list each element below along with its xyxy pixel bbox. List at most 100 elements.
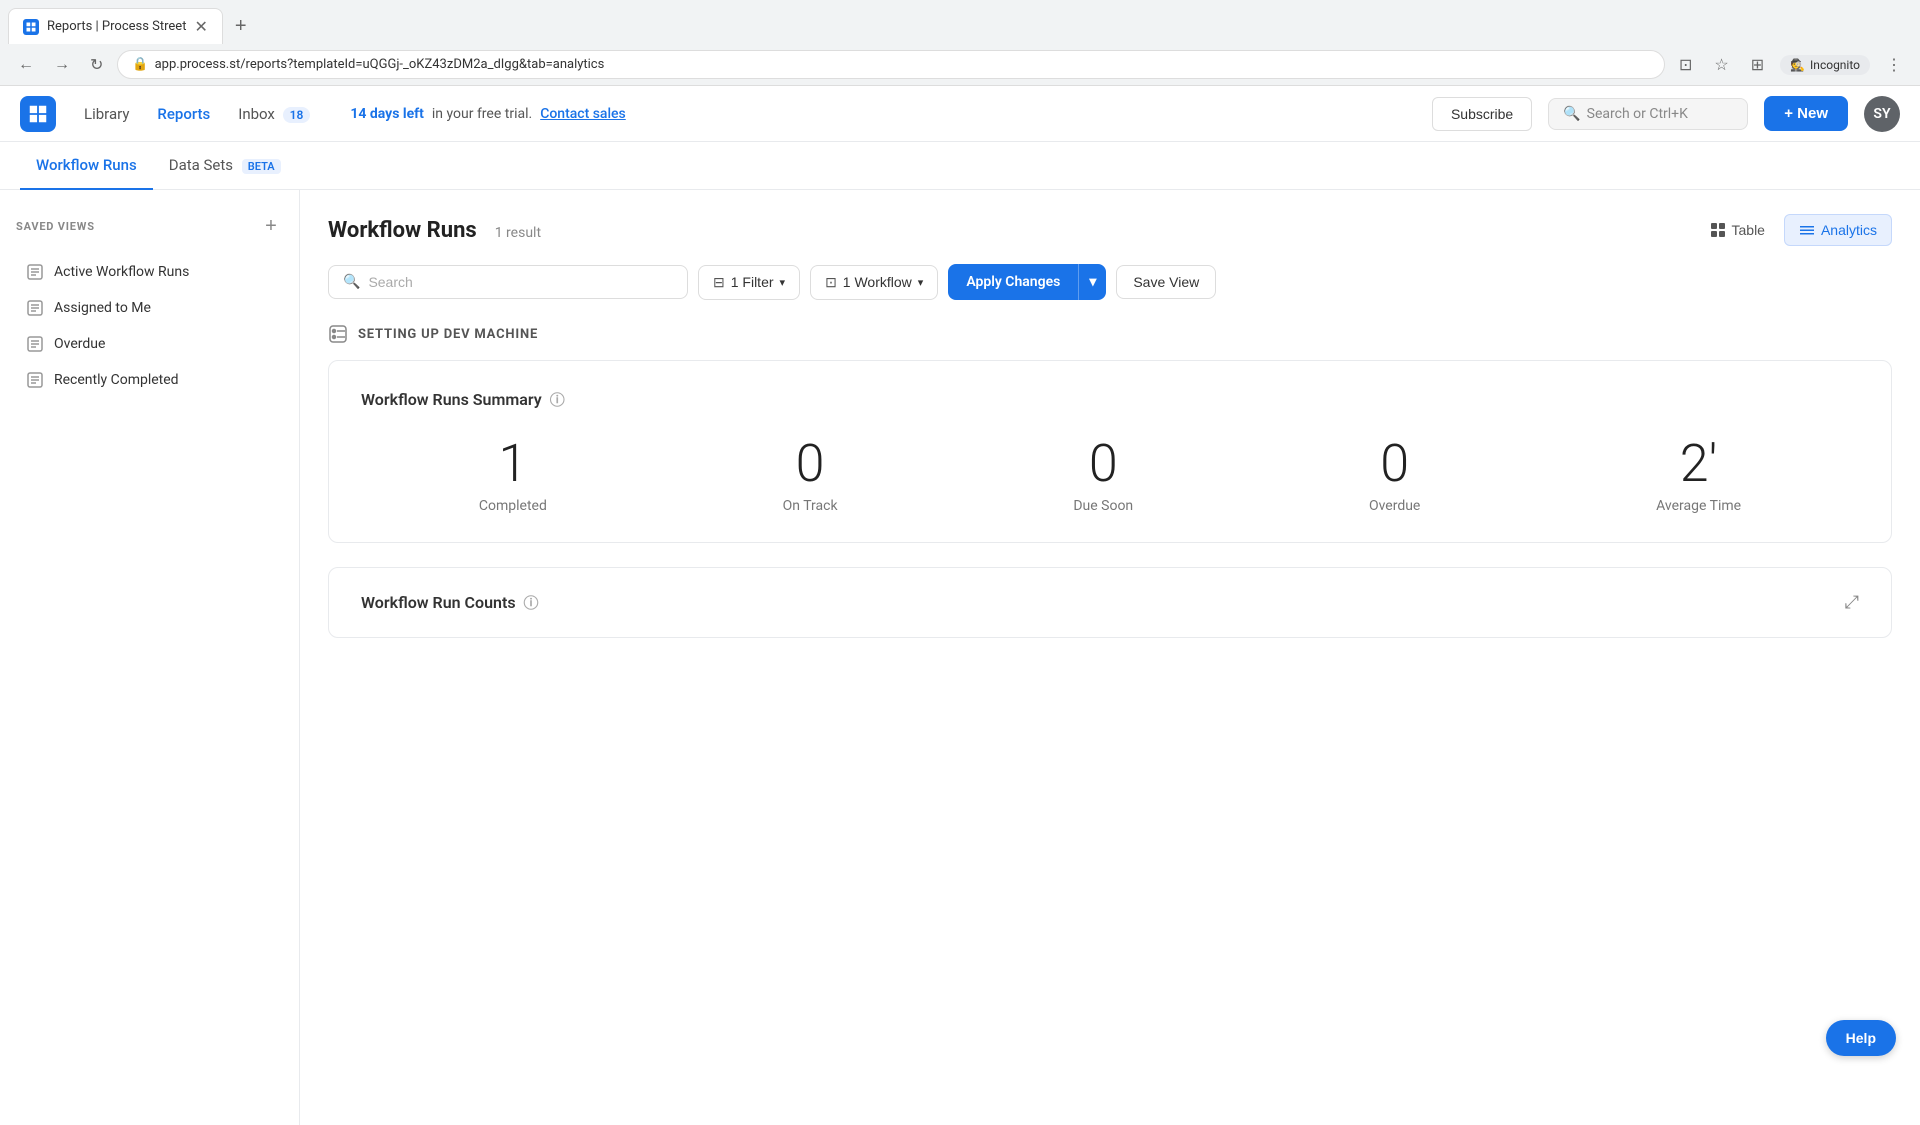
back-btn[interactable]: ←: [12, 52, 40, 78]
summary-info-icon[interactable]: ⓘ: [550, 389, 565, 410]
counts-info-icon[interactable]: ⓘ: [524, 592, 539, 613]
lock-icon: 🔒: [132, 57, 148, 72]
doc-icon-4: [26, 371, 44, 389]
url-bar[interactable]: 🔒 app.process.st/reports?templateId=uQGG…: [117, 50, 1665, 79]
browser-actions: ⊡ ☆ ⊞ 🕵 Incognito ⋮: [1673, 51, 1908, 79]
filters-row: 🔍 ⊟ 1 Filter ▾ ⊡ 1 Workflow ▾ Apply Chan…: [328, 264, 1892, 300]
content-search-wrap[interactable]: 🔍: [328, 265, 688, 299]
bookmark-btn[interactable]: ☆: [1708, 51, 1734, 79]
search-placeholder: Search or Ctrl+K: [1587, 106, 1688, 122]
section-icon: [328, 324, 348, 344]
content-title: Workflow Runs: [328, 218, 477, 243]
sidebar-item-overdue[interactable]: Overdue: [16, 326, 283, 362]
tab-bar: Reports | Process Street ✕ +: [0, 0, 1920, 44]
expand-btn[interactable]: ⤢: [1845, 592, 1859, 613]
contact-sales-link[interactable]: Contact sales: [540, 106, 626, 122]
refresh-btn[interactable]: ↻: [84, 51, 109, 79]
doc-icon: [26, 263, 44, 281]
analytics-icon: [1799, 222, 1815, 238]
saved-views-title: SAVED VIEWS: [16, 220, 95, 233]
doc-icon-3: [26, 335, 44, 353]
forward-btn[interactable]: →: [48, 52, 76, 78]
tab-favicon: [23, 19, 39, 35]
workflow-filter-btn[interactable]: ⊡ 1 Workflow ▾: [810, 265, 938, 300]
section-title: SETTING UP DEV MACHINE: [358, 327, 538, 342]
counts-card-header: Workflow Run Counts ⓘ ⤢: [361, 592, 1859, 613]
global-search-bar[interactable]: 🔍 Search or Ctrl+K: [1548, 98, 1748, 130]
sidebar-item-label-3: Overdue: [54, 336, 105, 352]
summary-card: Workflow Runs Summary ⓘ 1 Completed 0 On…: [328, 360, 1892, 543]
stat-completed-label: Completed: [479, 498, 547, 514]
summary-card-header: Workflow Runs Summary ⓘ: [361, 389, 1859, 410]
apply-changes-dropdown-btn[interactable]: ▾: [1079, 265, 1106, 299]
stat-completed: 1 Completed: [479, 438, 547, 514]
sidebar: SAVED VIEWS + Active Workflow Runs Assig…: [0, 190, 300, 1125]
tab-close-btn[interactable]: ✕: [194, 17, 207, 36]
tab-title: Reports | Process Street: [47, 19, 186, 34]
stat-due-soon-label: Due Soon: [1073, 498, 1133, 514]
new-tab-btn[interactable]: +: [227, 11, 255, 42]
table-view-btn[interactable]: Table: [1695, 214, 1780, 246]
nav-library[interactable]: Library: [72, 99, 141, 129]
filter-btn[interactable]: ⊟ 1 Filter ▾: [698, 265, 800, 300]
doc-icon-2: [26, 299, 44, 317]
section-label: SETTING UP DEV MACHINE: [328, 324, 1892, 344]
tab-workflow-runs[interactable]: Workflow Runs: [20, 142, 153, 190]
stat-on-track-number: 0: [796, 438, 825, 490]
table-icon: [1710, 222, 1726, 238]
save-view-btn[interactable]: Save View: [1116, 265, 1216, 299]
incognito-badge[interactable]: 🕵 Incognito: [1780, 55, 1870, 75]
new-btn[interactable]: + New: [1764, 96, 1848, 131]
add-view-btn[interactable]: +: [259, 214, 283, 238]
apply-changes-btn[interactable]: Apply Changes ▾: [948, 264, 1106, 300]
sidebar-item-active-workflow-runs[interactable]: Active Workflow Runs: [16, 254, 283, 290]
stat-overdue-label: Overdue: [1369, 498, 1420, 514]
tab-data-sets[interactable]: Data Sets BETA: [153, 142, 297, 190]
summary-stats: 1 Completed 0 On Track 0 Due Soon 0 Over…: [361, 438, 1859, 514]
active-tab[interactable]: Reports | Process Street ✕: [8, 8, 223, 44]
trial-bold-text: 14 days left: [350, 106, 424, 122]
search-icon: 🔍: [1563, 106, 1580, 122]
app-header: Library Reports Inbox 18 14 days left in…: [0, 86, 1920, 142]
workflow-icon: ⊡: [825, 274, 837, 291]
stat-average-time: 2' Average Time: [1656, 438, 1741, 514]
avatar[interactable]: SY: [1864, 96, 1900, 132]
app-logo[interactable]: [20, 96, 56, 132]
url-text: app.process.st/reports?templateId=uQGGj-…: [155, 57, 605, 72]
sidebar-item-assigned-to-me[interactable]: Assigned to Me: [16, 290, 283, 326]
content-header: Workflow Runs 1 result Table Analytics: [328, 214, 1892, 246]
analytics-view-btn[interactable]: Analytics: [1784, 214, 1892, 246]
profile-btn[interactable]: ⊞: [1745, 51, 1770, 79]
sidebar-item-label-4: Recently Completed: [54, 372, 179, 388]
stat-overdue: 0 Overdue: [1369, 438, 1420, 514]
stat-on-track-label: On Track: [783, 498, 838, 514]
main-nav: Library Reports Inbox 18: [72, 99, 322, 129]
result-count: 1 result: [495, 225, 541, 241]
sidebar-item-recently-completed[interactable]: Recently Completed: [16, 362, 283, 398]
saved-views-header: SAVED VIEWS +: [16, 214, 283, 238]
view-toggles: Table Analytics: [1695, 214, 1893, 246]
help-btn[interactable]: Help: [1826, 1020, 1896, 1056]
incognito-label: Incognito: [1810, 58, 1860, 72]
more-btn[interactable]: ⋮: [1880, 51, 1908, 79]
sidebar-item-label-2: Assigned to Me: [54, 300, 151, 316]
incognito-icon: 🕵: [1790, 58, 1805, 72]
nav-reports[interactable]: Reports: [145, 99, 222, 129]
main-content: Workflow Runs 1 result Table Analytics 🔍: [300, 190, 1920, 1125]
stat-due-soon-number: 0: [1089, 438, 1118, 490]
counts-card: Workflow Run Counts ⓘ ⤢: [328, 567, 1892, 638]
content-search-input[interactable]: [368, 274, 673, 290]
nav-inbox[interactable]: Inbox 18: [226, 99, 322, 129]
page-tabs: Workflow Runs Data Sets BETA: [0, 142, 1920, 190]
browser-chrome: Reports | Process Street ✕ + ← → ↻ 🔒 app…: [0, 0, 1920, 86]
stat-due-soon: 0 Due Soon: [1073, 438, 1133, 514]
summary-card-title: Workflow Runs Summary: [361, 390, 542, 409]
cast-btn[interactable]: ⊡: [1673, 51, 1698, 79]
filter-chevron-icon: ▾: [780, 276, 786, 289]
trial-text: in your free trial.: [432, 106, 532, 122]
subscribe-btn[interactable]: Subscribe: [1432, 97, 1532, 131]
stat-completed-number: 1: [498, 438, 527, 490]
apply-changes-main-label: Apply Changes: [948, 265, 1078, 299]
stat-average-time-label: Average Time: [1656, 498, 1741, 514]
search-icon-content: 🔍: [343, 274, 360, 290]
